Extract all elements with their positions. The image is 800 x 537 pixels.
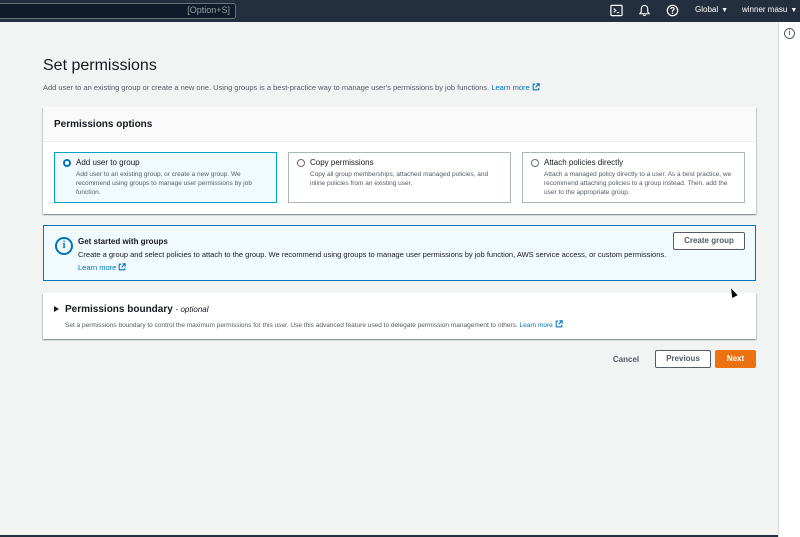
optional-label: - optional <box>175 305 209 314</box>
external-link-icon <box>532 83 540 91</box>
panel-header: Permissions options <box>43 107 756 142</box>
tile-description: Add user to an existing group, or create… <box>76 171 252 196</box>
cancel-button[interactable]: Cancel <box>606 351 646 368</box>
tile-description: Copy all group memberships, attached man… <box>310 171 489 187</box>
caret-down-icon: ▼ <box>790 7 798 14</box>
learn-more-link[interactable]: Learn more <box>520 320 563 329</box>
tile-title: Add user to group <box>76 158 140 167</box>
boundary-description-text: Set a permissions boundary to control th… <box>65 322 518 329</box>
region-label: Global <box>695 5 719 14</box>
learn-more-link[interactable]: Learn more <box>491 83 540 92</box>
alert-text: Create a group and select policies to at… <box>78 249 668 274</box>
user-name: winner masu <box>742 5 788 14</box>
help-icon[interactable] <box>666 4 679 17</box>
tile-attach-policies-directly[interactable]: Attach policies directly Attach a manage… <box>522 152 745 203</box>
top-navigation: [Option+S] Global ▼ winner masu ▼ <box>0 0 800 22</box>
external-link-icon <box>119 262 127 270</box>
next-button[interactable]: Next <box>715 350 756 368</box>
cloudshell-icon[interactable] <box>610 4 623 17</box>
permissions-options-panel: Permissions options Add user to group Ad… <box>43 107 756 214</box>
user-menu[interactable]: winner masu ▼ <box>742 5 797 14</box>
tile-title: Copy permissions <box>310 158 374 167</box>
page-description: Add user to an existing group or create … <box>43 83 540 92</box>
tile-add-user-to-group[interactable]: Add user to group Add user to an existin… <box>54 152 277 203</box>
caret-down-icon: ▼ <box>721 7 729 14</box>
region-selector[interactable]: Global ▼ <box>695 5 728 14</box>
caret-right-icon[interactable] <box>54 306 59 312</box>
learn-more-link[interactable]: Learn more <box>78 262 127 272</box>
panel-title: Permissions options <box>54 119 153 130</box>
create-group-button[interactable]: Create group <box>673 232 745 250</box>
tools-rail: i <box>778 22 800 537</box>
info-icon: i <box>55 237 73 255</box>
radio-icon[interactable] <box>531 159 539 167</box>
radio-selected-icon[interactable] <box>63 159 71 167</box>
tile-description: Attach a managed policy directly to a us… <box>544 171 732 196</box>
permissions-boundary-section: Permissions boundary - optional Set a pe… <box>43 293 756 339</box>
boundary-description: Set a permissions boundary to control th… <box>65 320 563 329</box>
radio-icon[interactable] <box>297 159 305 167</box>
search-input[interactable]: [Option+S] <box>0 3 236 19</box>
tile-title: Attach policies directly <box>544 158 624 167</box>
boundary-title: Permissions boundary <box>65 304 173 315</box>
bell-icon[interactable] <box>638 4 651 17</box>
page-title: Set permissions <box>43 57 157 74</box>
search-shortcut-hint: [Option+S] <box>187 5 230 15</box>
info-alert: i Get started with groups Create a group… <box>43 225 756 281</box>
page-description-text: Add user to an existing group or create … <box>43 83 490 92</box>
external-link-icon <box>555 320 563 328</box>
tile-copy-permissions[interactable]: Copy permissions Copy all group membersh… <box>288 152 511 203</box>
info-icon[interactable]: i <box>784 28 795 39</box>
boundary-header[interactable]: Permissions boundary - optional <box>65 304 209 315</box>
alert-title: Get started with groups <box>78 237 168 246</box>
previous-button[interactable]: Previous <box>655 350 711 368</box>
alert-text-body: Create a group and select policies to at… <box>78 250 667 259</box>
